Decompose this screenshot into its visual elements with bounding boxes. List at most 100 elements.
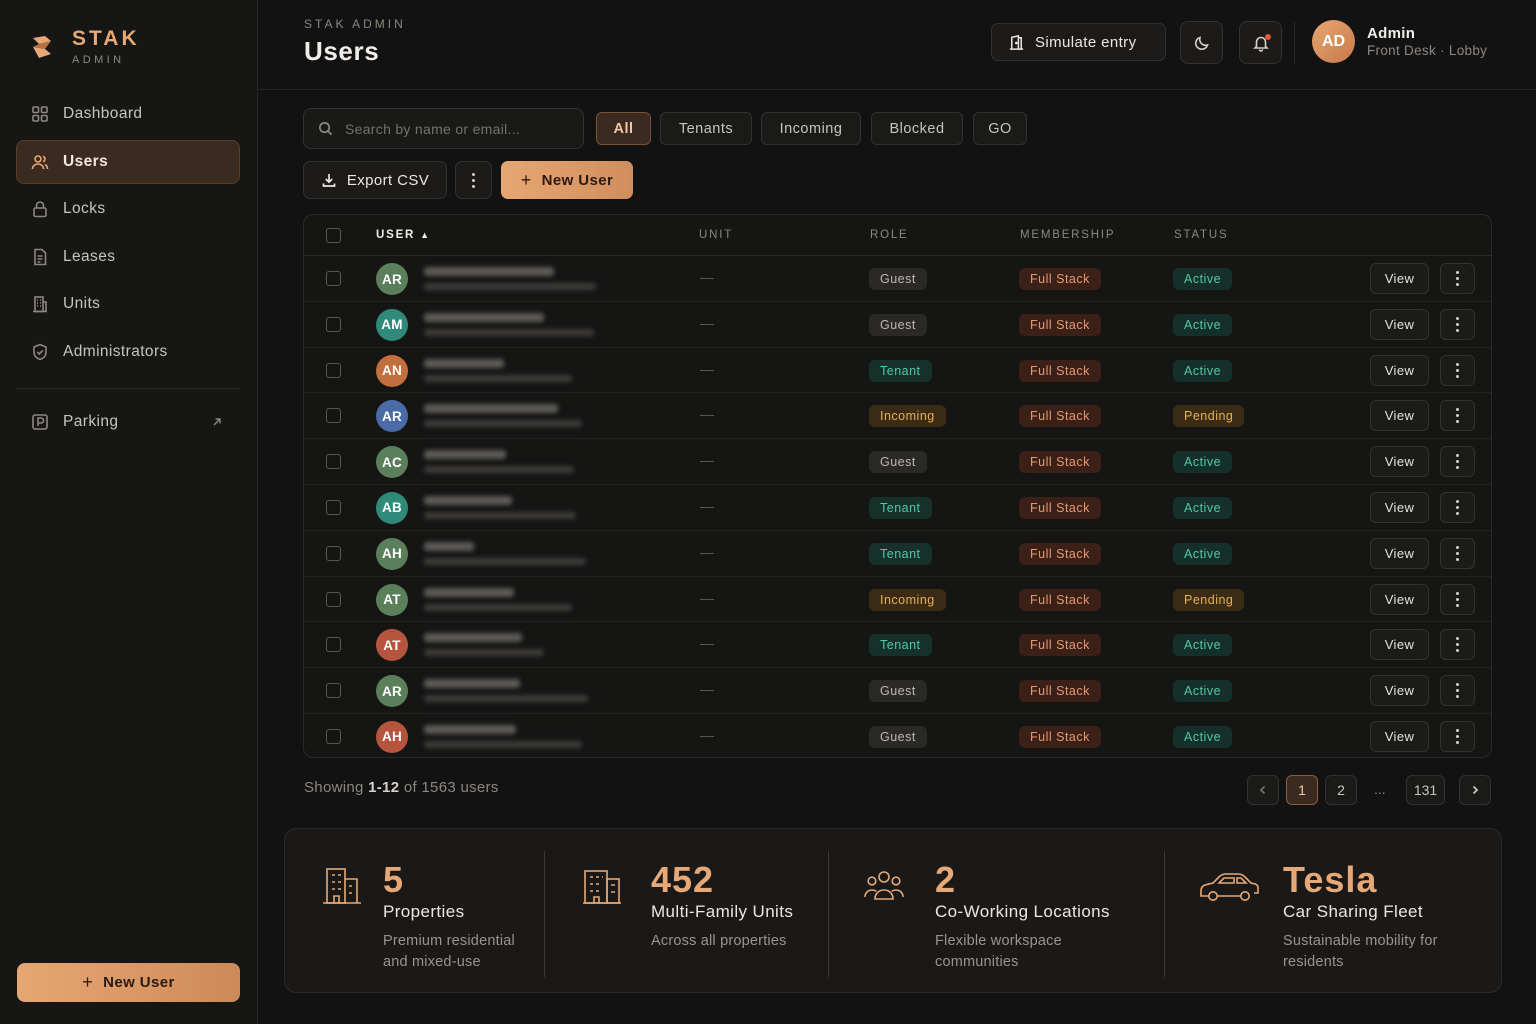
- row-checkbox[interactable]: [326, 683, 341, 699]
- row-menu-button[interactable]: [1440, 629, 1475, 661]
- notifications-button[interactable]: [1239, 21, 1282, 64]
- filter-incoming[interactable]: Incoming: [761, 112, 861, 145]
- sidebar-item-leases[interactable]: Leases: [16, 235, 240, 279]
- row-checkbox[interactable]: [326, 408, 341, 424]
- page-last-button[interactable]: 131: [1406, 775, 1445, 805]
- row-checkbox[interactable]: [326, 499, 341, 515]
- row-menu-button[interactable]: [1440, 675, 1475, 707]
- table-header: USER ▲ UNIT ROLE MEMBERSHIP STATUS: [304, 215, 1491, 256]
- filter-go[interactable]: GO: [973, 112, 1027, 145]
- search-box[interactable]: [303, 108, 584, 149]
- table-row[interactable]: AH — Tenant Full Stack Active View: [304, 531, 1491, 577]
- unit-cell: —: [700, 269, 714, 285]
- user-avatar: AC: [376, 446, 408, 479]
- simulate-entry-button[interactable]: Simulate entry: [991, 23, 1166, 61]
- table-row[interactable]: AB — Tenant Full Stack Active View: [304, 485, 1491, 531]
- brand[interactable]: STAK ADMIN: [30, 28, 140, 66]
- apartment-icon: [583, 870, 621, 904]
- notification-dot: [1265, 34, 1271, 40]
- row-menu-button[interactable]: [1440, 446, 1475, 478]
- sidebar-item-dashboard[interactable]: Dashboard: [16, 92, 240, 136]
- view-button[interactable]: View: [1370, 583, 1429, 615]
- row-menu-button[interactable]: [1440, 537, 1475, 569]
- user-name-redacted: [424, 358, 504, 368]
- table-row[interactable]: AT — Tenant Full Stack Active View: [304, 622, 1491, 669]
- row-menu-button[interactable]: [1440, 354, 1475, 386]
- row-menu-button[interactable]: [1440, 491, 1475, 523]
- column-user[interactable]: USER ▲: [376, 229, 431, 241]
- search-input[interactable]: [345, 120, 565, 137]
- table-row[interactable]: AM — Guest Full Stack Active View: [304, 302, 1491, 348]
- new-user-button[interactable]: + New User: [501, 161, 633, 199]
- pagination-ellipsis: ...: [1374, 781, 1386, 797]
- unit-cell: —: [700, 543, 714, 560]
- view-button[interactable]: View: [1370, 354, 1429, 386]
- brand-sub: ADMIN: [72, 54, 125, 66]
- row-checkbox[interactable]: [326, 545, 341, 561]
- view-button[interactable]: View: [1370, 308, 1429, 340]
- view-button[interactable]: View: [1370, 629, 1429, 661]
- view-button[interactable]: View: [1370, 491, 1429, 523]
- next-page-button[interactable]: [1459, 775, 1491, 805]
- more-actions-button[interactable]: [455, 161, 492, 199]
- people-icon: [864, 871, 904, 900]
- view-button[interactable]: View: [1370, 446, 1429, 478]
- membership-badge: Full Stack: [1019, 680, 1101, 703]
- filter-tenants[interactable]: Tenants: [660, 112, 752, 145]
- page-2-button[interactable]: 2: [1325, 775, 1357, 805]
- user-email-redacted: [424, 283, 596, 290]
- filter-all[interactable]: All: [596, 112, 651, 145]
- sidebar-new-user-button[interactable]: + New User: [17, 963, 240, 1002]
- row-checkbox[interactable]: [326, 728, 341, 744]
- table-row[interactable]: AR — Guest Full Stack Active View: [304, 668, 1491, 714]
- row-checkbox[interactable]: [326, 316, 341, 332]
- select-all-checkbox[interactable]: [326, 228, 341, 243]
- row-checkbox[interactable]: [326, 271, 341, 286]
- table-body: AR — Guest Full Stack Active View AM — Guest Full…: [304, 256, 1491, 757]
- role-badge: Incoming: [869, 405, 946, 428]
- sidebar-item-users[interactable]: Users: [16, 139, 240, 184]
- membership-badge: Full Stack: [1019, 588, 1101, 611]
- prev-page-button[interactable]: [1247, 775, 1279, 805]
- kebab-icon: [1456, 316, 1459, 332]
- export-csv-button[interactable]: Export CSV: [303, 161, 447, 199]
- row-checkbox[interactable]: [326, 454, 341, 470]
- sidebar-item-label: Administrators: [63, 342, 168, 360]
- view-button[interactable]: View: [1370, 537, 1429, 569]
- kebab-icon: [1456, 499, 1459, 515]
- table-row[interactable]: AT — Incoming Full Stack Pending View: [304, 577, 1491, 623]
- view-button[interactable]: View: [1370, 263, 1429, 294]
- status-badge: Active: [1173, 634, 1233, 657]
- view-button[interactable]: View: [1370, 400, 1429, 432]
- row-checkbox[interactable]: [326, 362, 341, 378]
- row-menu-button[interactable]: [1440, 400, 1475, 432]
- filter-blocked[interactable]: Blocked: [871, 112, 963, 145]
- table-row[interactable]: AR — Guest Full Stack Active View: [304, 256, 1491, 302]
- row-checkbox[interactable]: [326, 637, 341, 653]
- row-menu-button[interactable]: [1440, 308, 1475, 340]
- sidebar-item-units[interactable]: Units: [16, 282, 240, 326]
- sidebar-item-administrators[interactable]: Administrators: [16, 330, 240, 374]
- row-menu-button[interactable]: [1440, 583, 1475, 615]
- view-button[interactable]: View: [1370, 675, 1429, 707]
- theme-toggle-button[interactable]: [1180, 21, 1223, 64]
- column-unit: UNIT: [699, 229, 734, 241]
- view-button[interactable]: View: [1370, 720, 1429, 752]
- row-menu-button[interactable]: [1440, 263, 1475, 294]
- status-badge: Active: [1173, 268, 1233, 290]
- sidebar-item-locks[interactable]: Locks: [16, 187, 240, 231]
- user-email-redacted: [424, 649, 544, 657]
- status-badge: Active: [1173, 496, 1233, 519]
- page-1-button[interactable]: 1: [1286, 775, 1318, 805]
- table-row[interactable]: AN — Tenant Full Stack Active View: [304, 348, 1491, 394]
- user-email-redacted: [424, 695, 588, 703]
- table-row[interactable]: AR — Incoming Full Stack Pending View: [304, 393, 1491, 440]
- table-row[interactable]: AH — Guest Full Stack Active View: [304, 714, 1491, 757]
- row-checkbox[interactable]: [326, 591, 341, 607]
- stat-value: 2: [935, 859, 957, 900]
- table-row[interactable]: AC — Guest Full Stack Active View: [304, 439, 1491, 485]
- sidebar-item-parking[interactable]: Parking: [16, 400, 240, 444]
- user-menu[interactable]: AD Admin Front Desk · Lobby: [1312, 20, 1487, 63]
- grid-icon: [32, 106, 48, 122]
- row-menu-button[interactable]: [1440, 720, 1475, 752]
